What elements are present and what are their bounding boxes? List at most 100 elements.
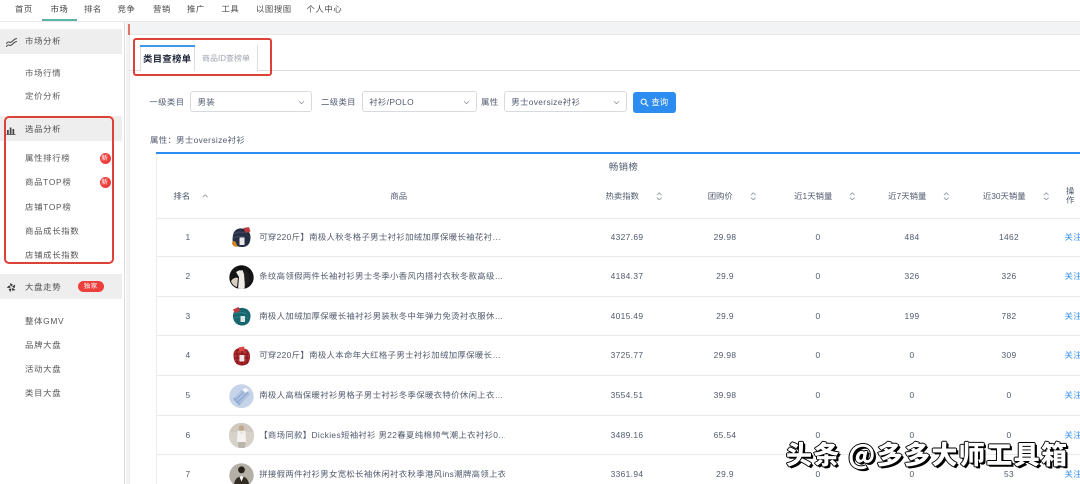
product-title[interactable]: 南极人加绒加厚保暖长袖衬衫男装秋冬中年弹力免烫衬衣服休… [259,297,503,337]
product-title[interactable]: 【商场同款】Dickies短袖衬衫 男22春夏纯棉帅气潮上衣衬衫0… [259,416,505,456]
table-row-5: 5南极人高档保暖衬衫男格子男士衬衫冬季保暖衣特价休闲上衣…3554.5139.9… [157,376,1080,416]
asterisk-icon [6,282,16,292]
query-button[interactable]: 查询 [633,92,676,113]
cell-price: 29.9 [676,297,774,337]
cell-hot-index: 4184.37 [578,257,676,297]
col-header-6[interactable]: 近30天销量 [962,188,1056,204]
sort-icons[interactable] [656,192,663,200]
sidebar-item-2-0[interactable]: 整体GMV [0,313,122,329]
product-title[interactable]: 条纹高领假两件长袖衬衫男士冬季小香风内搭衬衣秋冬款高级… [259,257,503,297]
table-row-3: 3南极人加绒加厚保暖长袖衬衫男装秋冬中年弹力免烫衬衣服休…4015.4929.9… [157,297,1080,337]
cell-price: 29.98 [676,218,774,258]
filter-select-0[interactable]: 男装 [190,91,312,113]
cell-product: 南极人高档保暖衬衫男格子男士衬衫冬季保暖衣特价休闲上衣… [220,376,579,416]
col-header-label: 近7天销量 [888,188,926,204]
sidebar-item-label: 属性排行榜 [25,150,70,166]
col-header-label: 商品 [390,188,407,204]
follow-link[interactable]: 关注 [1056,218,1080,258]
sidebar-group-label: 大盘走势 [25,279,61,295]
product-image[interactable] [229,384,254,409]
sidebar-item-0-0[interactable]: 市场行情 [0,65,122,81]
cell-rank: 6 [157,416,220,456]
col-header-2[interactable]: 热卖指数 [578,188,676,204]
cell-product: 拼接假两件衬衫男女宽松长袖休闲衬衣秋季港风ins潮牌高领上衣 [220,455,579,484]
tabs-bottom-border-right [196,70,1080,71]
cell-hot-index: 4015.49 [578,297,676,337]
sort-icons[interactable] [1043,192,1050,200]
nav-item-3[interactable]: 竞争 [118,1,136,17]
col-header-0[interactable]: 排名 [157,188,220,204]
filter-select-2[interactable]: 男士oversize衬衫 [504,91,627,113]
col-header-1: 商品 [220,188,579,204]
cell-price: 29.9 [676,455,774,484]
new-badge: 新 [100,177,111,188]
col-header-5[interactable]: 近7天销量 [862,188,962,204]
sidebar-item-label: 活动大盘 [25,361,61,377]
sidebar-item-2-3[interactable]: 类目大盘 [0,385,122,401]
col-header-label: 近1天销量 [794,188,832,204]
sidebar-item-1-1[interactable]: 商品TOP榜新 [0,174,122,190]
sidebar-group-2[interactable]: 大盘走势独家 [0,279,122,295]
product-title[interactable]: 拼接假两件衬衫男女宽松长袖休闲衬衣秋季港风ins潮牌高领上衣 [259,455,505,484]
cell-hot-index: 3489.16 [578,416,676,456]
cell-sales-30d: 326 [962,257,1056,297]
sidebar-item-2-1[interactable]: 品牌大盘 [0,337,122,353]
nav-item-7[interactable]: 以图搜图 [256,1,292,17]
sort-icons[interactable] [750,192,757,200]
product-title[interactable]: 可穿220斤】南极人本命年大红格子男士衬衫加绒加厚保暖长… [259,336,501,376]
cell-rank: 1 [157,218,220,258]
nav-item-0[interactable]: 首页 [15,1,33,17]
cell-hot-index: 3554.51 [578,376,676,416]
product-image[interactable] [229,265,254,290]
chevron-down-icon [613,99,620,106]
cell-sales-1d: 0 [774,257,862,297]
cell-sales-1d: 0 [774,297,862,337]
follow-link[interactable]: 关注 [1056,336,1080,376]
nav-item-5[interactable]: 推广 [187,1,205,17]
filter-select-1[interactable]: 衬衫/POLO [362,91,477,113]
product-image[interactable] [229,225,254,250]
table-row-4: 4可穿220斤】南极人本命年大红格子男士衬衫加绒加厚保暖长…3725.7729.… [157,336,1080,376]
cell-sales-1d: 0 [774,336,862,376]
nav-item-4[interactable]: 营销 [153,1,171,17]
cell-price: 29.9 [676,257,774,297]
nav-item-1[interactable]: 市场 [51,1,69,17]
cell-hot-index: 4327.69 [578,218,676,258]
sidebar-item-1-0[interactable]: 属性排行榜新 [0,150,122,166]
nav-item-2[interactable]: 排名 [84,1,102,17]
follow-link[interactable]: 关注 [1056,257,1080,297]
table-row-1: 1 可穿220斤】南极人秋冬格子男士衬衫加绒加厚保暖长袖花衬… 4327.6929.… [157,218,1080,258]
sidebar-item-1-2[interactable]: 店铺TOP榜 [0,199,122,215]
product-title[interactable]: 南极人高档保暖衬衫男格子男士衬衫冬季保暖衣特价休闲上衣… [259,376,503,416]
sidebar-item-1-3[interactable]: 商品成长指数 [0,223,122,239]
product-image[interactable] [229,344,254,369]
product-image[interactable] [229,463,254,484]
nav-item-6[interactable]: 工具 [222,1,240,17]
cell-hot-index: 3361.94 [578,455,676,484]
tab-product-id-rank[interactable]: 商品ID查榜单 [195,45,258,71]
follow-link[interactable]: 关注 [1056,297,1080,337]
col-header-7: 操作 [1056,184,1080,208]
sort-asc-icon[interactable] [202,194,209,198]
sidebar-group-1[interactable]: 选品分析 [0,121,122,137]
sidebar-item-0-1[interactable]: 定价分析 [0,88,122,104]
cell-sales-7d: 326 [862,257,962,297]
nav-item-8[interactable]: 个人中心 [307,1,343,17]
sidebar-item-2-2[interactable]: 活动大盘 [0,361,122,377]
product-image[interactable] [229,304,254,329]
sidebar-item-label: 定价分析 [25,88,61,104]
follow-link[interactable]: 关注 [1056,376,1080,416]
sort-icons[interactable] [943,192,950,200]
tab-category-rank[interactable]: 类目查榜单 [140,45,196,71]
product-image[interactable] [229,423,254,448]
col-header-3[interactable]: 团购价 [676,188,774,204]
cell-sales-30d: 309 [962,336,1056,376]
sidebar-group-0[interactable]: 市场分析 [0,33,122,49]
product-title[interactable]: 可穿220斤】南极人秋冬格子男士衬衫加绒加厚保暖长袖花衬… [259,218,501,258]
filter-label-1: 二级类目 [321,94,356,110]
sort-icons[interactable] [849,192,856,200]
annotation-red-tick [128,24,130,36]
cell-rank: 5 [157,376,220,416]
col-header-4[interactable]: 近1天销量 [774,188,862,204]
sidebar-item-1-4[interactable]: 店铺成长指数 [0,247,122,263]
